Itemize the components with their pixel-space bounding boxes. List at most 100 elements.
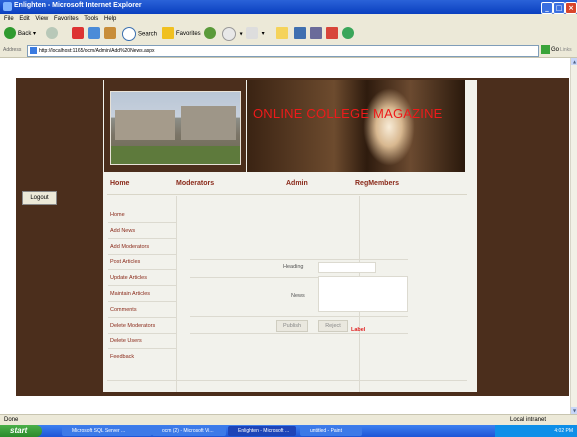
print-icon — [246, 27, 258, 40]
reject-button[interactable]: Reject — [318, 320, 348, 332]
window-title-bar: Enlighten - Microsoft Internet Explorer … — [0, 0, 577, 14]
scroll-up-icon[interactable]: ▲ — [571, 58, 577, 65]
security-zone: Local intranet — [510, 417, 547, 423]
sidebar-item[interactable]: Add Moderators — [110, 244, 149, 250]
back-arrow-icon — [4, 27, 16, 40]
address-url: http://localhost:1165/ocm/Admin/Add%20Ne… — [39, 48, 155, 54]
forward-button[interactable] — [46, 27, 60, 41]
sidebar-divider — [108, 285, 176, 286]
task-internet-explorer[interactable]: Enlighten - Microsoft ... — [228, 426, 296, 436]
sidebar-divider — [108, 348, 176, 349]
sidebar-divider — [108, 254, 176, 255]
menu-edit[interactable]: Edit — [19, 16, 29, 22]
banner-title: ONLINE COLLEGE MAGAZINE — [253, 106, 443, 121]
task-paint[interactable]: untitled - Paint — [300, 426, 362, 436]
heading-label: Heading — [283, 264, 304, 270]
refresh-button[interactable] — [88, 27, 102, 41]
messenger-button[interactable] — [342, 27, 356, 41]
sidebar-item[interactable]: Delete Moderators — [110, 323, 155, 329]
links-button[interactable]: Links — [560, 47, 572, 53]
home-icon — [104, 27, 116, 40]
sidebar-item[interactable]: Maintain Articles — [110, 291, 150, 297]
search-icon — [122, 27, 136, 41]
discuss-icon — [310, 27, 322, 40]
menu-help[interactable]: Help — [104, 16, 116, 22]
close-button[interactable]: × — [565, 2, 577, 14]
menu-favorites[interactable]: Favorites — [54, 16, 79, 22]
go-arrow-icon — [541, 45, 550, 54]
logout-button[interactable]: Logout — [22, 191, 57, 205]
task-visual-studio[interactable]: ocm (2) - Microsoft Vi... — [152, 426, 226, 436]
divider — [190, 259, 408, 260]
sidebar-item[interactable]: Delete Users — [110, 338, 142, 344]
history-button[interactable] — [204, 27, 218, 41]
forward-arrow-icon — [46, 27, 58, 40]
folder-icon — [276, 27, 288, 40]
ie-logo-icon — [3, 2, 12, 11]
menu-view[interactable]: View — [35, 16, 48, 22]
folder-button[interactable] — [276, 27, 290, 41]
status-done: Done — [4, 417, 19, 423]
menu-tools[interactable]: Tools — [84, 16, 98, 22]
nav-regmembers[interactable]: RegMembers — [355, 180, 399, 187]
sidebar-item[interactable]: Add News — [110, 228, 135, 234]
sidebar-item[interactable]: Home — [110, 212, 125, 218]
window-title: Enlighten - Microsoft Internet Explorer — [14, 2, 142, 9]
toolbar: Back ▾ Search Favorites ▾ ▾ — [0, 24, 577, 45]
address-input[interactable]: http://localhost:1165/ocm/Admin/Add%20Ne… — [27, 45, 539, 57]
sidebar-item[interactable]: Update Articles — [110, 275, 147, 281]
stop-icon — [72, 27, 84, 40]
menu-file[interactable]: File — [4, 16, 14, 22]
address-label: Address — [3, 47, 22, 53]
sidebar-item[interactable]: Feedback — [110, 354, 134, 360]
favorites-button[interactable]: Favorites — [162, 27, 201, 41]
status-label: Label — [351, 327, 366, 333]
messenger-icon — [342, 27, 354, 40]
back-button[interactable]: Back ▾ — [4, 27, 36, 41]
banner: ONLINE COLLEGE MAGAZINE — [247, 80, 465, 172]
publish-button[interactable]: Publish — [276, 320, 308, 332]
sidebar-item[interactable]: Post Articles — [110, 259, 140, 265]
discuss-button[interactable] — [310, 27, 324, 41]
start-button[interactable]: start — [0, 425, 42, 437]
news-textarea[interactable] — [318, 276, 408, 312]
page-icon — [30, 47, 37, 54]
scroll-down-icon[interactable]: ▼ — [571, 407, 577, 414]
minimize-button[interactable]: _ — [541, 2, 553, 14]
research-button[interactable] — [326, 27, 340, 41]
nav-admin[interactable]: Admin — [286, 180, 308, 187]
divider — [107, 380, 467, 381]
home-button[interactable] — [104, 27, 118, 41]
top-nav: Home Moderators Admin RegMembers — [107, 172, 467, 195]
sidebar-divider — [108, 333, 176, 334]
heading-input[interactable] — [318, 262, 376, 273]
nav-home[interactable]: Home — [110, 180, 129, 187]
sidebar-item[interactable]: Comments — [110, 307, 137, 313]
address-bar: Address http://localhost:1165/ocm/Admin/… — [0, 44, 577, 58]
go-button[interactable]: Go — [541, 45, 559, 54]
nav-moderators[interactable]: Moderators — [176, 180, 214, 187]
system-tray: 4:02 PM — [495, 425, 577, 437]
star-icon — [162, 27, 174, 40]
menu-bar: File Edit View Favorites Tools Help — [0, 14, 577, 24]
mail-button[interactable]: ▾ — [222, 27, 243, 41]
refresh-icon — [88, 27, 100, 40]
search-button[interactable]: Search — [122, 27, 157, 41]
print-button[interactable]: ▾ — [246, 27, 265, 41]
sidebar-divider — [108, 317, 176, 318]
mail-icon — [222, 27, 236, 41]
history-icon — [204, 27, 216, 40]
vertical-scrollbar[interactable]: ▲ ▼ — [570, 58, 577, 414]
edit-page-button[interactable] — [294, 27, 308, 41]
stop-button[interactable] — [72, 27, 86, 41]
task-sql-server[interactable]: Microsoft SQL Server ... — [62, 426, 152, 436]
divider — [176, 196, 177, 392]
sidebar-divider — [108, 222, 176, 223]
taskbar: start Microsoft SQL Server ... ocm (2) -… — [0, 425, 577, 437]
maximize-button[interactable]: □ — [553, 2, 565, 14]
edit-page-icon — [294, 27, 306, 40]
sidebar-divider — [108, 301, 176, 302]
research-icon — [326, 27, 338, 40]
divider — [190, 333, 408, 334]
divider — [190, 316, 408, 317]
